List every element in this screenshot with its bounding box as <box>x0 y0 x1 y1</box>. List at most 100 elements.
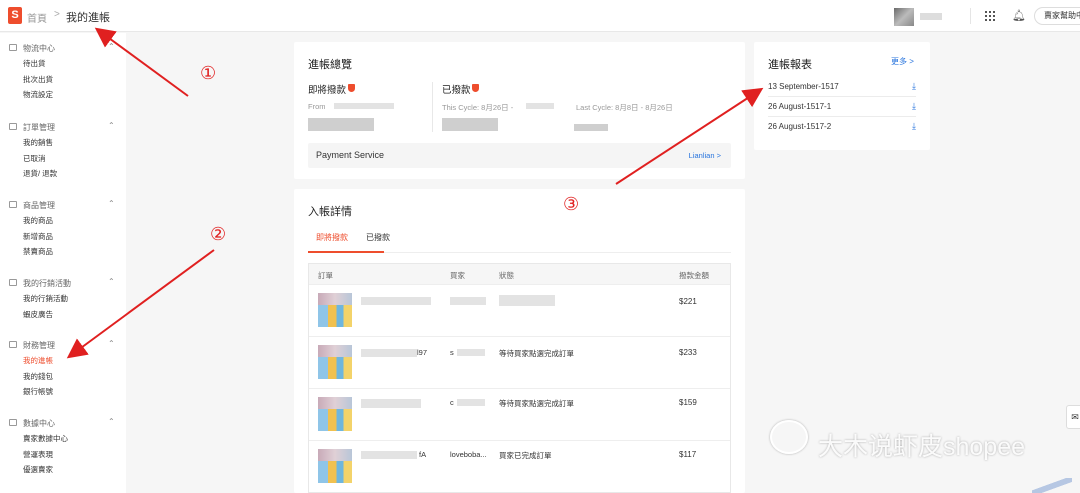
report-name: 13 September-1517 <box>768 82 839 91</box>
report-row[interactable]: 26 August-1517-1 ⤓ <box>768 97 916 117</box>
upcoming-label: 即將撥款 <box>308 85 347 96</box>
sidebar-item[interactable]: 優選賣家 <box>0 462 126 478</box>
payment-provider-link[interactable]: Lianlian > <box>689 151 721 160</box>
divider <box>432 82 433 132</box>
upcoming-from: From <box>308 102 326 111</box>
table-row[interactable]: c 等待買家點選完成訂單 $159 <box>309 388 730 438</box>
breadcrumb-home[interactable]: 首頁 <box>27 10 47 25</box>
sidebar-group-header[interactable]: 財務管理 ⌃ <box>0 339 126 353</box>
sidebar-group-title: 訂單管理 <box>23 123 55 132</box>
sidebar-item[interactable]: 我的行銷活動 <box>0 291 126 307</box>
divider <box>970 8 971 24</box>
avatar[interactable] <box>894 8 914 26</box>
sidebar-group-title: 財務管理 <box>23 341 55 350</box>
annotation-3: ③ <box>563 194 580 215</box>
sidebar-item[interactable]: 賣家數據中心 <box>0 431 126 447</box>
sidebar-item[interactable]: 營運表現 <box>0 447 126 463</box>
redacted-amount <box>308 118 374 131</box>
chevron-up-icon[interactable]: ⌃ <box>108 42 115 51</box>
download-icon[interactable]: ⤓ <box>912 101 916 112</box>
status: 買家已完成訂單 <box>499 451 552 460</box>
shopee-logo-icon[interactable]: S <box>8 7 22 24</box>
payment-service-row[interactable]: Payment Service Lianlian > <box>308 143 731 168</box>
table-row[interactable]: $221 <box>309 284 730 334</box>
sidebar-group-header[interactable]: 物流中心 ⌃ <box>0 42 126 56</box>
income-table: 訂單 買家 狀態 撥款金額 $221 l97 s 等待買家點選完成訂單 $233… <box>308 263 731 493</box>
breadcrumb-separator: > <box>54 9 60 20</box>
breadcrumb-current: 我的進帳 <box>66 12 110 24</box>
sidebar-group-header[interactable]: 商品管理 ⌃ <box>0 199 126 213</box>
table-row[interactable]: l97 s 等待買家點選完成訂單 $233 <box>309 336 730 386</box>
column-header-amount: 撥款金額 <box>679 271 709 280</box>
sidebar-item[interactable]: 銀行帳號 <box>0 384 126 400</box>
more-link[interactable]: 更多 > <box>891 56 914 67</box>
report-row[interactable]: 13 September-1517 ⤓ <box>768 77 916 97</box>
sidebar-group: 財務管理 ⌃ 我的進帳 我的錢包 銀行帳號 <box>0 339 126 400</box>
paper-plane-icon <box>1032 478 1072 493</box>
sidebar-item[interactable]: 我的錢包 <box>0 369 126 385</box>
report-name: 26 August-1517-1 <box>768 102 832 111</box>
shield-icon <box>348 84 355 92</box>
redacted-status <box>499 295 555 306</box>
redacted-amount <box>442 118 498 131</box>
column-header-buyer: 買家 <box>450 271 465 280</box>
redacted-date <box>334 103 394 109</box>
tab-released[interactable]: 已撥款 <box>366 232 390 243</box>
annotation-2: ② <box>210 224 227 245</box>
redacted-buyer <box>450 297 486 305</box>
sidebar-group-title: 我的行銷活動 <box>23 279 71 288</box>
sidebar-item[interactable]: 我的商品 <box>0 213 126 229</box>
sidebar-item[interactable]: 蝦皮廣告 <box>0 307 126 323</box>
amount: $159 <box>679 398 697 407</box>
sidebar-item[interactable]: 退貨/ 退款 <box>0 166 126 182</box>
sidebar-group-header[interactable]: 我的行銷活動 ⌃ <box>0 277 126 291</box>
sidebar-item[interactable]: 新增商品 <box>0 229 126 245</box>
tab-upcoming[interactable]: 即將撥款 <box>316 232 348 243</box>
report-row[interactable]: 26 August-1517-2 ⤓ <box>768 117 916 137</box>
sidebar-item[interactable]: 待出貨 <box>0 56 126 72</box>
sidebar-item[interactable]: 批次出貨 <box>0 72 126 88</box>
username-blurred[interactable] <box>920 13 942 20</box>
top-bar: S 首頁 > 我的進帳 🔔︎ 賣家幫助中心 <box>0 0 1080 32</box>
help-center-button[interactable]: 賣家幫助中心 <box>1034 7 1080 25</box>
download-icon[interactable]: ⤓ <box>912 81 916 92</box>
product-thumbnail <box>318 293 352 327</box>
chat-icon[interactable]: ✉︎ <box>1066 405 1080 429</box>
chevron-up-icon[interactable]: ⌃ <box>108 121 115 130</box>
product-thumbnail <box>318 449 352 483</box>
download-icon[interactable]: ⤓ <box>912 121 916 132</box>
sidebar-item[interactable]: 已取消 <box>0 151 126 167</box>
bell-icon[interactable]: 🔔︎ <box>1012 9 1026 22</box>
sidebar-group-header[interactable]: 數據中心 ⌃ <box>0 417 126 431</box>
report-name: 26 August-1517-2 <box>768 122 832 131</box>
income-overview-card: 進帳總覽 即將撥款 From 已撥款 This Cycle: 8月26日 - L… <box>294 42 745 179</box>
redacted-order <box>361 399 421 408</box>
sidebar: 物流中心 ⌃ 待出貨 批次出貨 物流設定 訂單管理 ⌃ 我的銷售 已取消 退貨/ 退款 商品管理 ⌃ 我… <box>0 33 126 493</box>
truck-icon <box>9 44 17 51</box>
sidebar-group: 商品管理 ⌃ 我的商品 新增商品 禁賣商品 <box>0 199 126 260</box>
chevron-up-icon[interactable]: ⌃ <box>108 339 115 348</box>
sidebar-group: 我的行銷活動 ⌃ 我的行銷活動 蝦皮廣告 <box>0 277 126 322</box>
tag-icon <box>9 279 17 286</box>
table-row[interactable]: fA loveboba... 買家已完成訂單 $117 <box>309 440 730 490</box>
sidebar-item[interactable]: 禁賣商品 <box>0 244 126 260</box>
sidebar-group-header[interactable]: 訂單管理 ⌃ <box>0 121 126 135</box>
watermark-text: 大木说虾皮shopee <box>818 433 1026 461</box>
buyer: c <box>450 398 454 407</box>
product-icon <box>9 201 17 208</box>
sidebar-group: 物流中心 ⌃ 待出貨 批次出貨 物流設定 <box>0 42 126 103</box>
status: 等待買家點選完成訂單 <box>499 349 574 358</box>
redacted-buyer <box>457 399 485 406</box>
status: 等待買家點選完成訂單 <box>499 399 574 408</box>
product-thumbnail <box>318 345 352 379</box>
sidebar-item[interactable]: 我的銷售 <box>0 135 126 151</box>
income-report-card: 進帳報表 更多 > 13 September-1517 ⤓ 26 August-… <box>754 42 930 150</box>
apps-grid-icon[interactable] <box>985 11 995 21</box>
buyer: loveboba... <box>450 450 487 459</box>
chevron-up-icon[interactable]: ⌃ <box>108 277 115 286</box>
buyer: s <box>450 348 454 357</box>
sidebar-item[interactable]: 我的進帳 <box>0 353 126 369</box>
chevron-up-icon[interactable]: ⌃ <box>108 199 115 208</box>
sidebar-item[interactable]: 物流設定 <box>0 87 126 103</box>
chevron-up-icon[interactable]: ⌃ <box>108 417 115 426</box>
